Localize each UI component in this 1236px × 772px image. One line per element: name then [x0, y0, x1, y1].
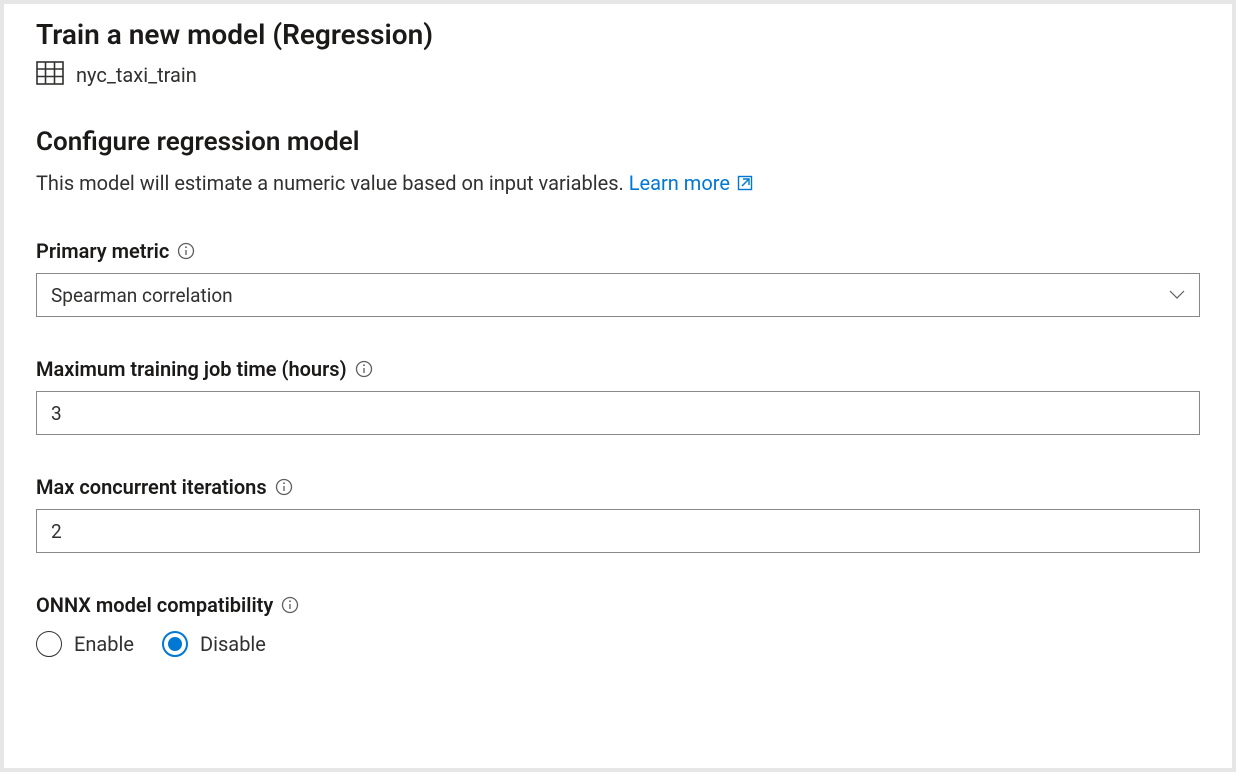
- onnx-compatibility-label: ONNX model compatibility: [36, 593, 273, 617]
- section-title: Configure regression model: [36, 127, 1200, 157]
- chevron-down-icon: [1169, 290, 1185, 300]
- radio-unchecked-icon: [36, 631, 62, 657]
- dataset-grid-icon: [36, 61, 64, 89]
- primary-metric-label: Primary metric: [36, 239, 169, 263]
- max-concurrent-iterations-field: Max concurrent iterations: [36, 475, 1200, 553]
- onnx-enable-label: Enable: [74, 632, 134, 656]
- learn-more-label: Learn more: [629, 171, 730, 195]
- onnx-disable-label: Disable: [200, 632, 266, 656]
- max-training-time-label: Maximum training job time (hours): [36, 357, 347, 381]
- section-description: This model will estimate a numeric value…: [36, 171, 1200, 195]
- dataset-name: nyc_taxi_train: [76, 63, 197, 87]
- max-concurrent-iterations-input[interactable]: [36, 509, 1200, 553]
- onnx-radio-group: Enable Disable: [36, 631, 1200, 657]
- external-link-icon: [735, 171, 753, 195]
- section-description-text: This model will estimate a numeric value…: [36, 171, 624, 195]
- onnx-disable-radio[interactable]: Disable: [162, 631, 266, 657]
- onnx-compatibility-field: ONNX model compatibility Enable: [36, 593, 1200, 657]
- info-icon[interactable]: [275, 478, 293, 496]
- dataset-row: nyc_taxi_train: [36, 61, 1200, 89]
- max-training-time-input[interactable]: [36, 391, 1200, 435]
- onnx-enable-radio[interactable]: Enable: [36, 631, 134, 657]
- train-model-panel: Train a new model (Regression) nyc_taxi_…: [4, 4, 1232, 768]
- page-title: Train a new model (Regression): [36, 18, 1200, 51]
- max-training-time-field: Maximum training job time (hours): [36, 357, 1200, 435]
- max-concurrent-iterations-label: Max concurrent iterations: [36, 475, 267, 499]
- learn-more-link[interactable]: Learn more: [629, 171, 753, 195]
- info-icon[interactable]: [281, 596, 299, 614]
- primary-metric-select[interactable]: Spearman correlation: [36, 273, 1200, 317]
- radio-checked-icon: [162, 631, 188, 657]
- info-icon[interactable]: [177, 242, 195, 260]
- primary-metric-field: Primary metric Spearman correlation: [36, 239, 1200, 317]
- info-icon[interactable]: [355, 360, 373, 378]
- primary-metric-value: Spearman correlation: [51, 284, 233, 307]
